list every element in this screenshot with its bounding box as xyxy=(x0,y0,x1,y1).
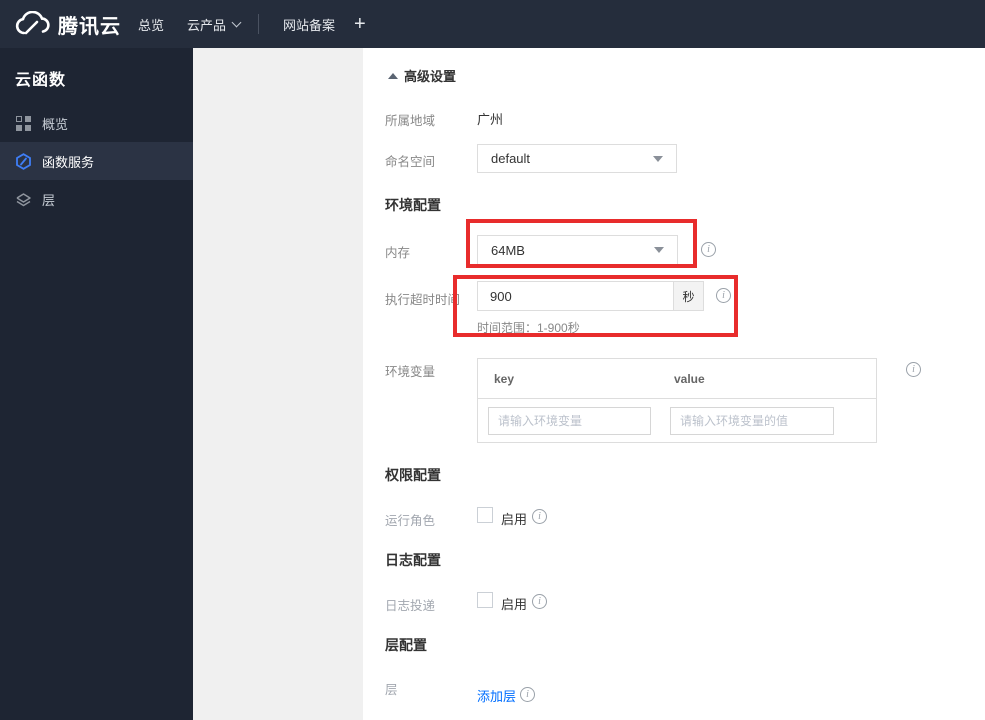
log-delivery-checkbox[interactable] xyxy=(477,592,493,608)
nav-divider xyxy=(258,14,259,34)
run-role-label: 运行角色 xyxy=(385,514,436,528)
perm-config-header: 权限配置 xyxy=(385,467,441,483)
sidebar-item-layers[interactable]: 层 xyxy=(0,180,193,218)
function-hexagon-icon xyxy=(15,152,32,170)
add-tab-button[interactable]: + xyxy=(354,0,366,48)
layer-config-header: 层配置 xyxy=(385,637,427,653)
brand-name: 腾讯云 xyxy=(58,15,121,38)
log-config-header: 日志配置 xyxy=(385,552,441,568)
sidebar-menu: 概览 函数服务 层 xyxy=(0,104,193,218)
chevron-down-icon xyxy=(231,17,242,27)
env-var-value-input[interactable] xyxy=(670,407,834,435)
sidebar-item-function-service[interactable]: 函数服务 xyxy=(0,142,193,180)
timeout-info-icon[interactable]: i xyxy=(716,288,731,303)
log-delivery-label: 日志投递 xyxy=(385,599,436,613)
tencent-cloud-console: 腾讯云 总览 云产品 网站备案 + 云函数 概览 函数服务 层 高级设置 所属地… xyxy=(0,0,985,720)
nav-icp[interactable]: 网站备案 xyxy=(283,0,335,48)
env-vars-info-icon[interactable]: i xyxy=(906,362,921,377)
settings-form: 高级设置 所属地域 广州 命名空间 default 环境配置 内存 64MB i… xyxy=(363,48,985,720)
advanced-settings-toggle[interactable]: 高级设置 xyxy=(388,66,456,85)
secondary-panel xyxy=(193,48,363,720)
log-delivery-info-icon[interactable]: i xyxy=(532,594,547,609)
region-label: 所属地域 xyxy=(385,114,436,128)
timeout-hint: 时间范围：1-900秒 xyxy=(477,321,580,335)
env-var-key-input[interactable] xyxy=(488,407,651,435)
run-role-info-icon[interactable]: i xyxy=(532,509,547,524)
sidebar-title: 云函数 xyxy=(15,72,67,89)
layer-label: 层 xyxy=(385,683,398,697)
sidebar: 云函数 概览 函数服务 层 xyxy=(0,48,193,720)
nav-overview[interactable]: 总览 xyxy=(138,0,164,48)
run-role-checkbox[interactable] xyxy=(477,507,493,523)
env-vars-header-row: key value xyxy=(478,359,876,399)
value-column-header: value xyxy=(674,371,705,386)
memory-select[interactable]: 64MB xyxy=(477,235,678,265)
chevron-down-icon xyxy=(654,247,664,253)
sidebar-item-overview[interactable]: 概览 xyxy=(0,104,193,142)
namespace-select[interactable]: default xyxy=(477,144,677,173)
top-navbar: 腾讯云 总览 云产品 网站备案 + xyxy=(0,0,985,48)
memory-info-icon[interactable]: i xyxy=(701,242,716,257)
sidebar-item-label: 概览 xyxy=(42,116,69,132)
env-vars-input-row xyxy=(478,399,876,443)
grid-icon xyxy=(15,115,32,132)
log-delivery-enable-label: 启用 xyxy=(501,597,528,612)
tencent-cloud-logo-icon xyxy=(14,11,50,37)
layers-icon xyxy=(15,191,32,208)
brand[interactable]: 腾讯云 xyxy=(14,0,121,48)
env-vars-label: 环境变量 xyxy=(385,365,436,379)
timeout-label: 执行超时时间 xyxy=(385,293,461,307)
sidebar-item-label: 层 xyxy=(42,192,56,208)
timeout-input[interactable] xyxy=(477,281,674,311)
timeout-unit-suffix: 秒 xyxy=(673,281,704,311)
sidebar-item-label: 函数服务 xyxy=(42,154,95,170)
nav-products[interactable]: 云产品 xyxy=(187,0,242,48)
chevron-down-icon xyxy=(653,155,663,162)
add-layer-link[interactable]: 添加层 xyxy=(477,686,516,705)
run-role-enable-label: 启用 xyxy=(501,512,528,527)
key-column-header: key xyxy=(494,371,515,386)
namespace-label: 命名空间 xyxy=(385,155,436,169)
memory-label: 内存 xyxy=(385,246,411,260)
collapse-arrow-icon xyxy=(388,72,398,79)
region-value: 广州 xyxy=(477,112,504,127)
layer-info-icon[interactable]: i xyxy=(520,687,535,702)
env-config-header: 环境配置 xyxy=(385,197,441,213)
env-vars-table: key value xyxy=(477,358,877,443)
